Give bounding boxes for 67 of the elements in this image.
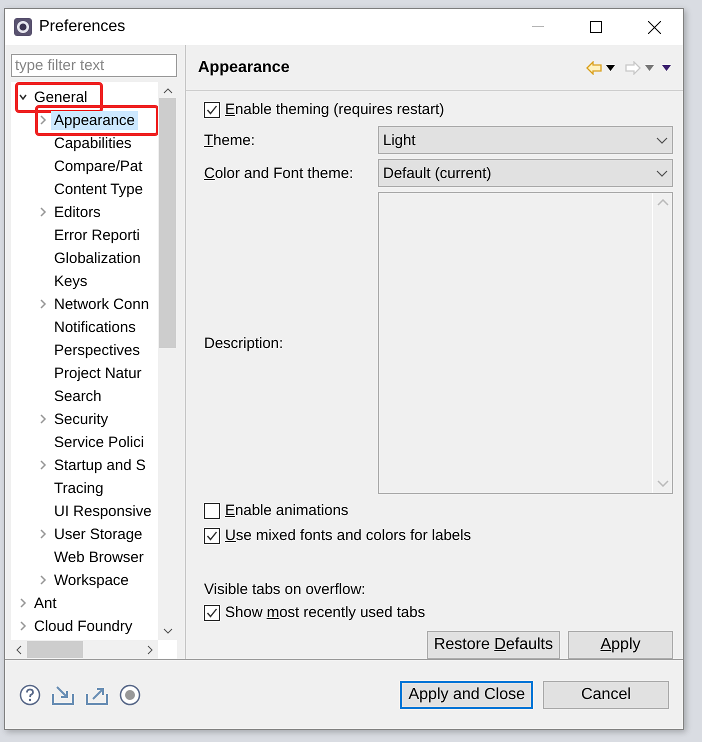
tree-item[interactable]: Service Polici [51, 432, 148, 452]
tree-item[interactable]: Startup and S [51, 456, 149, 475]
chevron-right-icon[interactable] [38, 206, 48, 217]
chevron-down-icon [656, 136, 668, 144]
chevron-right-icon[interactable] [38, 414, 48, 424]
page-button[interactable]: Restore Defaults [426, 631, 560, 659]
dropdown[interactable]: Default (current) [378, 159, 673, 187]
tree-item[interactable]: Workspace [51, 570, 132, 590]
chevron-down-icon [656, 170, 668, 176]
tree-item[interactable]: UI Responsive [51, 502, 155, 521]
chevron-right-icon[interactable] [38, 298, 48, 309]
dialog-button[interactable]: Apply and Close [400, 680, 533, 708]
chevron-down-icon[interactable] [18, 92, 28, 102]
tree-item[interactable]: Web Browser [51, 548, 147, 567]
record-icon[interactable] [119, 684, 141, 706]
forward-arrow-icon[interactable] [625, 60, 641, 74]
close-icon [648, 20, 660, 34]
tree-item[interactable]: Compare/Pat [51, 156, 146, 176]
checkbox[interactable]: Show most recently used tabs [204, 600, 673, 625]
checkmark-icon [206, 530, 218, 542]
chevron-right-icon[interactable] [38, 114, 48, 125]
maximize-icon [590, 21, 602, 33]
tree-item[interactable]: User Storage [51, 524, 146, 544]
page-title: Appearance [198, 58, 291, 76]
chevron-right-icon[interactable] [18, 598, 28, 608]
field-label: Theme: [204, 132, 256, 148]
tree-item[interactable]: Tracing [51, 478, 106, 498]
checkbox[interactable]: Enable theming (requires restart) [204, 97, 673, 122]
page-button[interactable]: Apply [568, 631, 673, 659]
chevron-right-icon[interactable] [38, 460, 48, 470]
checkbox[interactable]: Use mixed fonts and colors for labels [204, 523, 673, 548]
tree-item[interactable]: Security [51, 410, 112, 429]
tree-item[interactable]: General [31, 88, 90, 107]
dialog-button[interactable]: Cancel [543, 680, 669, 708]
tree-item[interactable]: Project Natur [51, 364, 145, 383]
back-arrow-icon[interactable] [586, 60, 602, 74]
tree-item[interactable]: Globalization [51, 248, 144, 268]
window-title: Preferences [39, 18, 126, 36]
caret-icon [606, 64, 615, 70]
tree-item[interactable]: Notifications [51, 318, 139, 337]
import-icon[interactable] [51, 684, 75, 706]
tree-item[interactable]: Cloud Foundry [31, 616, 136, 636]
tree-item[interactable]: Error Reporti [51, 226, 143, 245]
tree-item[interactable]: Search [51, 386, 105, 406]
field-label: Color and Font theme: [204, 164, 354, 182]
section-label: Visible tabs on overflow: [204, 580, 366, 600]
minimize-icon [532, 26, 544, 28]
help-icon[interactable] [19, 684, 41, 706]
filter-field[interactable]: type filter text [11, 54, 177, 77]
tree-item[interactable]: Capabilities [51, 134, 135, 153]
chevron-right-icon[interactable] [38, 528, 48, 539]
checkmark-icon [206, 104, 218, 116]
chevron-right-icon[interactable] [38, 574, 48, 585]
checkmark-icon [206, 606, 218, 618]
field-label: Description: [204, 334, 284, 352]
gear-icon [13, 17, 33, 37]
tree-item[interactable]: Content Type [51, 180, 146, 199]
dropdown[interactable]: Light [378, 126, 673, 154]
tree-item[interactable]: Network Conn [51, 294, 152, 314]
horizontal-scrollbar[interactable] [11, 640, 158, 659]
tree-item[interactable]: Appearance [51, 110, 138, 130]
chevron-right-icon[interactable] [18, 620, 28, 631]
tree-item[interactable]: Keys [51, 272, 90, 291]
checkbox[interactable]: Enable animations [204, 498, 673, 523]
tree-item[interactable]: Editors [51, 202, 104, 222]
tree-item[interactable]: Perspectives [51, 340, 143, 360]
tree-item[interactable]: Ant [31, 594, 60, 613]
